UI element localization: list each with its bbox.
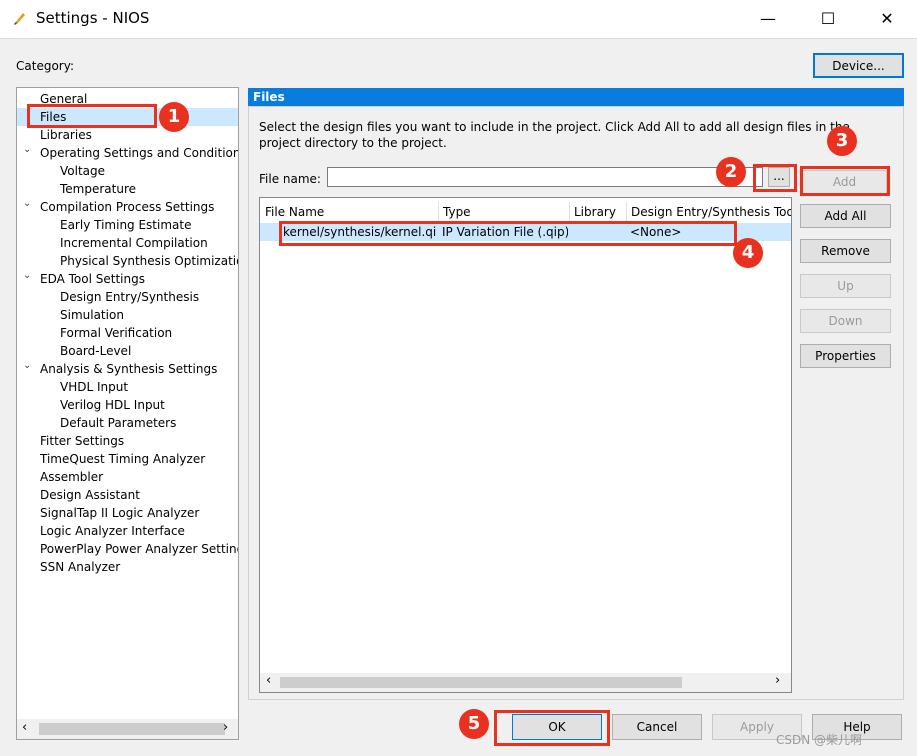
remove-button[interactable]: Remove bbox=[800, 239, 891, 263]
column-header-design-entry-tool[interactable]: Design Entry/Synthesis Tool bbox=[627, 202, 791, 222]
tree-item[interactable]: SignalTap II Logic Analyzer bbox=[17, 504, 238, 522]
files-description: Select the design files you want to incl… bbox=[259, 120, 850, 150]
tree-item-label: Assembler bbox=[40, 470, 104, 484]
annotation-box-ok bbox=[494, 710, 610, 746]
tree-item[interactable]: Default Parameters bbox=[17, 414, 238, 432]
tree-item-label: PowerPlay Power Analyzer Settings bbox=[40, 542, 239, 556]
annotation-badge-2: 2 bbox=[716, 157, 746, 187]
scroll-right-icon[interactable]: › bbox=[223, 720, 228, 735]
table-scroll-thumb[interactable] bbox=[280, 677, 682, 688]
tree-item-label: SSN Analyzer bbox=[40, 560, 121, 574]
tree-item-label: Physical Synthesis Optimizations bbox=[60, 254, 239, 268]
column-header-type[interactable]: Type bbox=[439, 202, 570, 222]
tree-item[interactable]: Libraries bbox=[17, 126, 238, 144]
tree-scroll-thumb[interactable] bbox=[39, 723, 225, 735]
tree-item[interactable]: Voltage bbox=[17, 162, 238, 180]
annotation-badge-4: 4 bbox=[733, 238, 763, 268]
tree-item-label: SignalTap II Logic Analyzer bbox=[40, 506, 200, 520]
maximize-button[interactable]: ☐ bbox=[798, 0, 858, 38]
tree-item-label: Compilation Process Settings bbox=[40, 200, 215, 214]
watermark: CSDN @柴儿啊 bbox=[776, 733, 863, 747]
table-scroll-left-icon[interactable]: ‹ bbox=[266, 673, 271, 688]
tree-item[interactable]: Verilog HDL Input bbox=[17, 396, 238, 414]
annotation-badge-5: 5 bbox=[459, 709, 489, 739]
chevron-down-icon[interactable]: ⌄ bbox=[23, 357, 33, 375]
tree-item-label: Design Entry/Synthesis bbox=[60, 290, 200, 304]
up-button[interactable]: Up bbox=[800, 274, 891, 298]
table-horizontal-scrollbar[interactable]: ‹ › bbox=[260, 673, 791, 692]
tree-item-label: Board-Level bbox=[60, 344, 132, 358]
tree-item[interactable]: Board-Level bbox=[17, 342, 238, 360]
files-panel-header: Files bbox=[248, 88, 904, 106]
tree-horizontal-scrollbar[interactable]: ‹ › bbox=[17, 719, 238, 739]
tree-item-label: Simulation bbox=[60, 308, 124, 322]
annotation-box-row bbox=[279, 221, 737, 246]
tree-item-label: Operating Settings and Conditions bbox=[40, 146, 239, 160]
tree-item-label: Formal Verification bbox=[60, 326, 173, 340]
column-header-library[interactable]: Library bbox=[570, 202, 627, 222]
tree-item[interactable]: Incremental Compilation bbox=[17, 234, 238, 252]
tree-item[interactable]: Early Timing Estimate bbox=[17, 216, 238, 234]
annotation-box-add bbox=[800, 166, 890, 196]
tree-item-label: VHDL Input bbox=[60, 380, 129, 394]
tree-item-label: Verilog HDL Input bbox=[60, 398, 165, 412]
category-tree[interactable]: General Files Libraries ⌄ Operating Settings… bbox=[16, 87, 239, 740]
tree-item-label: Voltage bbox=[60, 164, 106, 178]
title-bar: Settings - NIOS — ☐ ✕ bbox=[0, 0, 917, 38]
tree-item[interactable]: Logic Analyzer Interface bbox=[17, 522, 238, 540]
settings-app-icon bbox=[14, 13, 25, 25]
category-label: Category: bbox=[16, 59, 74, 73]
tree-item[interactable]: ⌄ Operating Settings and Conditions bbox=[17, 144, 238, 162]
tree-item[interactable]: Fitter Settings bbox=[17, 432, 238, 450]
tree-item[interactable]: VHDL Input bbox=[17, 378, 238, 396]
tree-item-label: Logic Analyzer Interface bbox=[40, 524, 185, 538]
minimize-button[interactable]: — bbox=[738, 0, 798, 38]
down-button[interactable]: Down bbox=[800, 309, 891, 333]
tree-item[interactable]: Formal Verification bbox=[17, 324, 238, 342]
add-all-button[interactable]: Add All bbox=[800, 204, 891, 228]
tree-item-label: Temperature bbox=[60, 182, 137, 196]
file-name-label: File name: bbox=[259, 172, 321, 186]
tree-item-label: Incremental Compilation bbox=[60, 236, 208, 250]
tree-item-label: TimeQuest Timing Analyzer bbox=[40, 452, 206, 466]
files-table[interactable]: File Name Type Library Design Entry/Synt… bbox=[259, 197, 792, 693]
chevron-down-icon[interactable]: ⌄ bbox=[23, 267, 33, 285]
tree-item-label: Early Timing Estimate bbox=[60, 218, 192, 232]
annotation-badge-1: 1 bbox=[159, 102, 189, 132]
chevron-down-icon[interactable]: ⌄ bbox=[23, 141, 33, 159]
tree-item[interactable]: ⌄ Analysis & Synthesis Settings bbox=[17, 360, 238, 378]
window-title: Settings - NIOS bbox=[36, 9, 150, 27]
annotation-box-files bbox=[27, 104, 157, 128]
tree-item[interactable]: Physical Synthesis Optimizations bbox=[17, 252, 238, 270]
cancel-button[interactable]: Cancel bbox=[612, 714, 702, 740]
close-button[interactable]: ✕ bbox=[857, 0, 917, 38]
tree-item[interactable]: ⌄ EDA Tool Settings bbox=[17, 270, 238, 288]
tree-item-label: Default Parameters bbox=[60, 416, 177, 430]
table-scroll-right-icon[interactable]: › bbox=[775, 673, 780, 688]
tree-item-label: Analysis & Synthesis Settings bbox=[40, 362, 218, 376]
tree-item[interactable]: SSN Analyzer bbox=[17, 558, 238, 576]
tree-item[interactable]: TimeQuest Timing Analyzer bbox=[17, 450, 238, 468]
chevron-down-icon[interactable]: ⌄ bbox=[23, 195, 33, 213]
scroll-left-icon[interactable]: ‹ bbox=[22, 720, 27, 735]
annotation-box-browse bbox=[753, 164, 797, 192]
tree-item[interactable]: Simulation bbox=[17, 306, 238, 324]
file-name-input[interactable] bbox=[327, 167, 763, 187]
tree-item-label: EDA Tool Settings bbox=[40, 272, 145, 286]
column-header-file-name[interactable]: File Name bbox=[261, 202, 439, 222]
properties-button[interactable]: Properties bbox=[800, 344, 891, 368]
tree-item[interactable]: ⌄ Compilation Process Settings bbox=[17, 198, 238, 216]
tree-item[interactable]: Assembler bbox=[17, 468, 238, 486]
tree-item[interactable]: PowerPlay Power Analyzer Settings bbox=[17, 540, 238, 558]
annotation-badge-3: 3 bbox=[827, 126, 857, 156]
tree-item-label: Fitter Settings bbox=[40, 434, 125, 448]
tree-item-label: Libraries bbox=[40, 128, 92, 142]
tree-item-label: Design Assistant bbox=[40, 488, 140, 502]
tree-item[interactable]: Design Entry/Synthesis bbox=[17, 288, 238, 306]
device-button[interactable]: Device... bbox=[813, 53, 904, 78]
tree-item[interactable]: Temperature bbox=[17, 180, 238, 198]
tree-item[interactable]: Design Assistant bbox=[17, 486, 238, 504]
